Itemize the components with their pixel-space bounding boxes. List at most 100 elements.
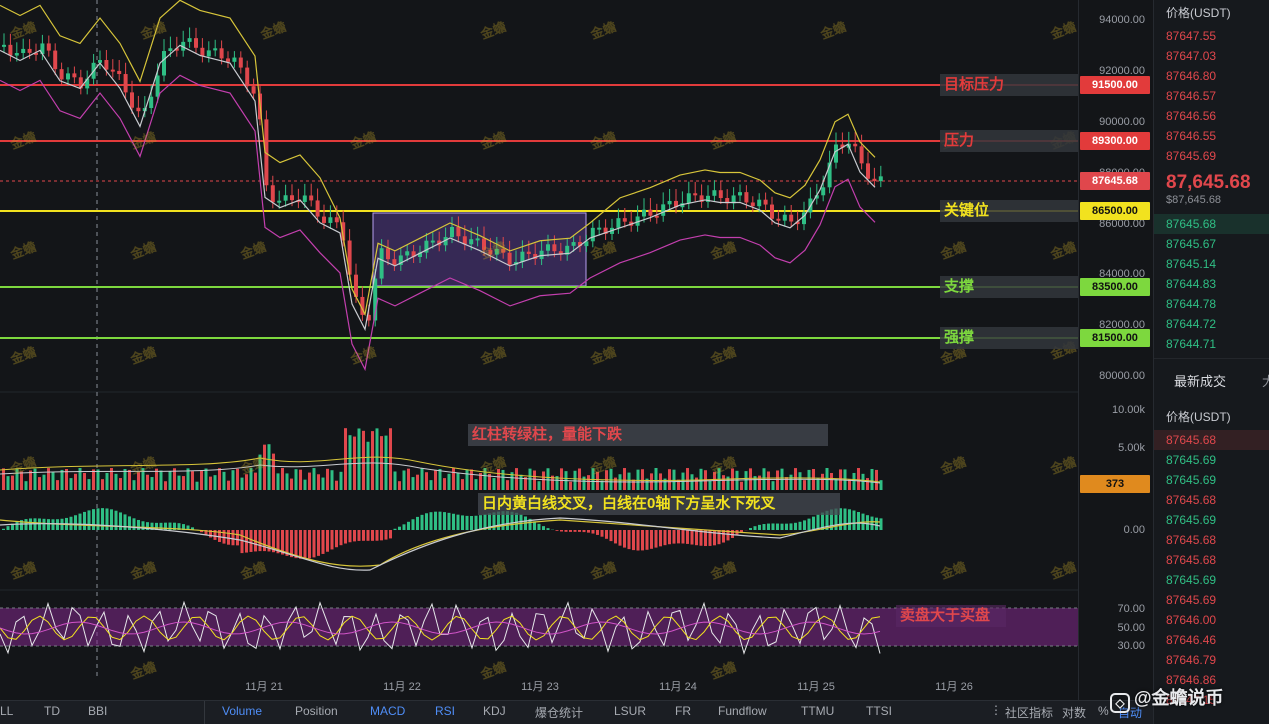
bid-row[interactable]: 87644.72 xyxy=(1154,314,1269,334)
indicator-tab-9[interactable]: TTMU xyxy=(801,704,834,718)
candle-body xyxy=(718,190,723,199)
level-tag-support[interactable]: 83500.00 xyxy=(1080,278,1150,296)
volume-bar xyxy=(686,468,689,490)
macd-histogram-bar xyxy=(636,530,640,551)
macd-histogram-bar xyxy=(789,523,793,530)
toolbar-tab-bbi[interactable]: BBI xyxy=(88,704,107,718)
toolbar-tab-td[interactable]: TD xyxy=(44,704,60,718)
candle-body xyxy=(213,48,218,51)
volume-bar xyxy=(371,431,374,490)
macd-histogram-bar xyxy=(456,514,460,530)
candle-body xyxy=(776,218,781,221)
volume-bar xyxy=(132,480,136,490)
toolbar-option-0[interactable]: 社区指标 xyxy=(1005,704,1053,721)
price-axis-label: 80000.00 xyxy=(1099,370,1145,382)
macd-histogram-bar xyxy=(51,519,55,530)
candle-body xyxy=(149,96,154,109)
volume-bar xyxy=(542,471,545,490)
macd-histogram-bar xyxy=(249,530,253,552)
macd-histogram-bar xyxy=(231,530,235,546)
indicator-tab-2[interactable]: MACD xyxy=(370,704,405,718)
zone-label-support: 支撑 xyxy=(940,276,1078,298)
candle-body xyxy=(712,190,717,196)
last-price[interactable]: 87,645.68 $87,645.68 xyxy=(1154,166,1269,208)
toolbar-tab-ll[interactable]: LL xyxy=(0,704,13,718)
volume-bar xyxy=(821,473,824,490)
macd-histogram-bar xyxy=(317,530,320,556)
indicator-tab-1[interactable]: Position xyxy=(295,704,338,718)
macd-histogram-bar xyxy=(695,530,698,546)
macd-histogram-bar xyxy=(344,530,347,544)
macd-histogram-bar xyxy=(659,530,662,547)
macd-histogram-bar xyxy=(294,530,298,559)
volume-bar xyxy=(11,475,14,490)
macd-histogram-bar xyxy=(335,530,338,548)
macd-histogram-bar xyxy=(623,530,626,548)
candle-body xyxy=(475,238,480,241)
toolbar-option-1[interactable]: 对数 xyxy=(1062,704,1086,721)
macd-histogram-bar xyxy=(83,511,86,530)
volume-bar xyxy=(299,469,302,490)
bid-row[interactable]: 87644.78 xyxy=(1154,294,1269,314)
level-tag-key-level[interactable]: 86500.00 xyxy=(1080,202,1150,220)
indicator-tab-0[interactable]: Volume xyxy=(222,704,262,718)
indicator-tab-5[interactable]: 爆仓统计 xyxy=(535,704,583,721)
candle-body xyxy=(482,238,486,250)
volume-bar xyxy=(321,477,325,490)
current-price-tag[interactable]: 87645.68 xyxy=(1080,172,1150,190)
bid-row[interactable]: 87644.71 xyxy=(1154,334,1269,354)
candle-body xyxy=(648,209,653,216)
ask-row[interactable]: 87645.69 xyxy=(1154,146,1269,166)
indicator-tab-7[interactable]: FR xyxy=(675,704,691,718)
trade-row: 87645.69 xyxy=(1166,593,1217,607)
price-axis[interactable]: 94000.0092000.0090000.0088000.0086000.00… xyxy=(1078,0,1153,700)
level-tag-target-resistance[interactable]: 91500.00 xyxy=(1080,76,1150,94)
volume-bar xyxy=(191,471,194,490)
candlestick-chart[interactable] xyxy=(0,0,1078,700)
indicator-tab-6[interactable]: LSUR xyxy=(614,704,646,718)
volume-bar xyxy=(200,470,203,490)
level-tag-resistance[interactable]: 89300.00 xyxy=(1080,132,1150,150)
last-price-usd: $87,645.68 xyxy=(1166,194,1222,206)
macd-histogram-bar xyxy=(303,530,307,559)
latest-trades-tab[interactable]: 最新成交 xyxy=(1174,371,1226,390)
candle-body xyxy=(878,176,883,182)
macd-histogram-bar xyxy=(227,530,230,545)
ask-row[interactable]: 87646.56 xyxy=(1154,106,1269,126)
volume-bar xyxy=(843,469,847,490)
bid-row[interactable]: 87645.67 xyxy=(1154,234,1269,254)
volume-bar xyxy=(623,468,626,490)
large-trades-tab[interactable]: 大 xyxy=(1262,371,1269,390)
orderbook-header: 价格(USDT) xyxy=(1166,6,1231,20)
ask-row[interactable]: 87647.55 xyxy=(1154,26,1269,46)
ask-row[interactable]: 87646.57 xyxy=(1154,86,1269,106)
candle-body xyxy=(187,38,192,42)
candle-body xyxy=(590,227,595,242)
level-tag-strong-support[interactable]: 81500.00 xyxy=(1080,329,1150,347)
macd-histogram-bar xyxy=(816,514,820,530)
bid-row[interactable]: 87644.83 xyxy=(1154,274,1269,294)
volume-bar xyxy=(474,479,478,490)
volume-bar xyxy=(767,471,770,490)
chart-area[interactable] xyxy=(0,0,1078,700)
macd-histogram-bar xyxy=(717,530,721,545)
volume-bar xyxy=(533,470,536,490)
bid-row[interactable]: 87645.14 xyxy=(1154,254,1269,274)
indicator-tab-8[interactable]: Fundflow xyxy=(718,704,767,718)
candle-body xyxy=(571,242,576,246)
ask-row[interactable]: 87647.03 xyxy=(1154,46,1269,66)
candle-body xyxy=(219,48,224,59)
macd-histogram-bar xyxy=(564,530,568,532)
toolbar-option-2[interactable]: % xyxy=(1098,704,1109,718)
ask-row[interactable]: 87646.80 xyxy=(1154,66,1269,86)
indicator-toolbar: LL TD BBI Volume Position MACD RSI KDJ 爆仓统计 LSUR F… xyxy=(0,700,1153,724)
volume-bar xyxy=(272,453,275,490)
candle-body xyxy=(789,214,794,222)
macd-histogram-bar xyxy=(798,521,802,530)
macd-histogram-bar xyxy=(416,516,419,530)
indicator-tab-10[interactable]: TTSI xyxy=(866,704,892,718)
indicator-tab-4[interactable]: KDJ xyxy=(483,704,506,718)
indicator-tab-3[interactable]: RSI xyxy=(435,704,455,718)
ask-row[interactable]: 87646.55 xyxy=(1154,126,1269,146)
bid-row[interactable]: 87645.68 xyxy=(1154,214,1269,234)
